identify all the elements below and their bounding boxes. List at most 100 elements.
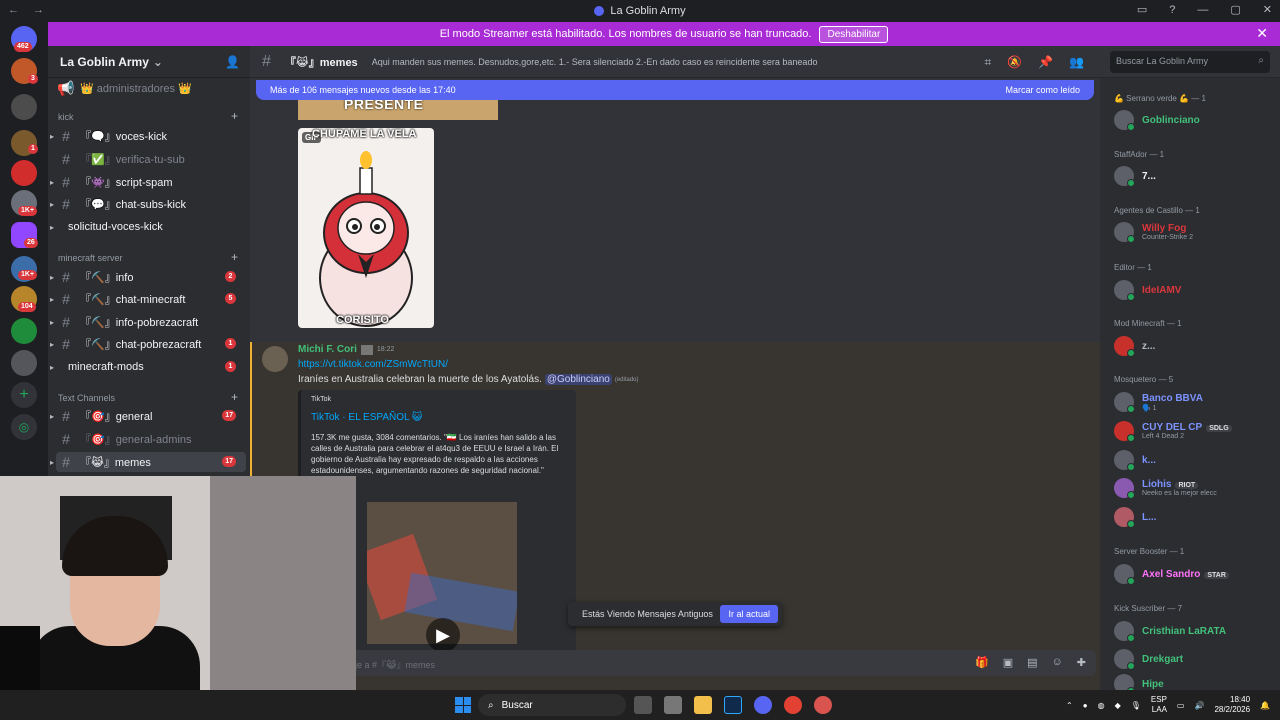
mark-as-read-button[interactable]: Marcar como leído (1005, 85, 1080, 95)
hash-icon: # (262, 52, 271, 70)
search-input[interactable]: Buscar La Goblin Army ⌕ (1110, 51, 1270, 73)
explore-icon[interactable]: ◎ (11, 414, 37, 440)
channel-administradores[interactable]: 📢 👑 administradores 👑 (56, 78, 246, 98)
emoji-icon[interactable]: ☺ (1052, 656, 1063, 669)
category-text-channels[interactable]: Text Channels + (58, 390, 238, 404)
apps-icon[interactable]: ✚ (1077, 656, 1086, 669)
jump-to-present-button[interactable]: Ir al actual (720, 605, 778, 623)
server-icon[interactable] (11, 350, 37, 376)
tray-chevron-icon[interactable]: ⌃ (1066, 701, 1073, 710)
gif-picker-icon[interactable]: ▣ (1003, 656, 1013, 669)
add-server-icon[interactable]: + (11, 382, 37, 408)
background-wall (210, 476, 356, 690)
add-channel-icon[interactable]: + (231, 390, 238, 404)
obs-icon[interactable] (814, 696, 832, 714)
gif-image[interactable]: GIF CHUPAME LA VELA CORISITO (298, 128, 434, 328)
start-icon[interactable] (455, 697, 471, 713)
member-item[interactable]: Drekgart (1114, 649, 1183, 670)
channel-verifica-tu-sub[interactable]: # 『✅』verifica-tu-sub (56, 149, 246, 169)
channel-solicitud-voces-kick[interactable]: ▸ solicitud-voces-kick (50, 217, 246, 237)
member-item[interactable]: Axel Sandro STAR (1114, 564, 1229, 585)
tray-app-icon[interactable]: ◍ (1098, 701, 1105, 710)
back-icon[interactable]: ← (8, 4, 19, 16)
hash-icon: # (62, 454, 70, 470)
channel-voces-kick[interactable]: ▸ # 『🗨️』voces-kick (50, 126, 246, 146)
guild-header[interactable]: La Goblin Army ⌄ 👤 (48, 46, 250, 78)
channel-general[interactable]: ▸ # 『🎯』general 17 (50, 406, 246, 426)
channel-info-pobrezacraft[interactable]: ▸ # 『⛏️』info-pobrezacraft (50, 312, 246, 332)
channel-minecraft-mods[interactable]: ▸ minecraft-mods 1 (50, 357, 246, 377)
add-channel-icon[interactable]: + (231, 250, 238, 264)
task-view-icon[interactable] (634, 696, 652, 714)
network-icon[interactable]: ▭ (1177, 701, 1185, 710)
tray-app-icon[interactable]: ◆ (1115, 701, 1121, 710)
forward-icon[interactable]: → (33, 4, 44, 16)
tray-app-icon[interactable]: ● (1083, 701, 1088, 710)
author-name[interactable]: Michi F. Cori (298, 344, 357, 355)
chrome-icon[interactable] (784, 696, 802, 714)
channel-info[interactable]: ▸ # 『⛏️』info 2 (50, 267, 246, 287)
message-link[interactable]: https://vt.tiktok.com/ZSmWcTtUN/ (298, 359, 448, 370)
member-item[interactable]: 7... (1114, 166, 1156, 187)
channel-label: 『🗨️』voces-kick (80, 131, 168, 143)
inbox-icon[interactable]: ▭ (1137, 3, 1147, 16)
gift-icon[interactable]: 🎁 (975, 656, 989, 669)
discord-icon[interactable] (754, 696, 772, 714)
disable-streamer-button[interactable]: Deshabilitar (819, 25, 889, 43)
member-item[interactable]: Cristhian LaRATA (1114, 621, 1226, 642)
taskbar-search[interactable]: ⌕ Buscar (478, 694, 626, 716)
minimize-icon[interactable]: — (1197, 4, 1208, 16)
notifications-icon[interactable]: 🔔 (1260, 701, 1270, 710)
close-banner-icon[interactable]: ✕ (1256, 25, 1268, 42)
channel-memes[interactable]: ▸ # 『😹』memes 17 (50, 452, 246, 472)
member-list-icon[interactable]: 👥 (1069, 55, 1084, 70)
threads-icon[interactable]: ⌗ (984, 55, 991, 70)
pin-icon[interactable]: 📌 (1038, 55, 1053, 70)
member-item[interactable]: Willy Fog Counter-Strike 2 (1114, 222, 1193, 243)
new-messages-bar[interactable]: Más de 106 mensajes nuevos desde las 17:… (256, 80, 1094, 100)
play-icon[interactable]: ▶ (426, 618, 460, 652)
channel-chat-minecraft[interactable]: ▸ # 『⛏️』chat-minecraft 5 (50, 289, 246, 309)
sticker-icon[interactable]: ▤ (1027, 656, 1037, 669)
maximize-icon[interactable]: ▢ (1230, 3, 1240, 16)
category-minecraft[interactable]: minecraft server + (58, 250, 238, 264)
member-item[interactable]: Liohis RIOT Neeko es la mejor elecc (1114, 478, 1217, 499)
language-indicator[interactable]: ESP LAA (1151, 695, 1167, 715)
channel-topic[interactable]: Aqui manden sus memes. Desnudos,gore,etc… (372, 57, 818, 67)
server-icon[interactable] (11, 318, 37, 344)
member-item[interactable]: Goblinciano (1114, 110, 1200, 131)
close-window-icon[interactable]: ✕ (1263, 3, 1272, 16)
member-item[interactable]: L... (1114, 507, 1156, 528)
server-icon[interactable] (11, 94, 37, 120)
notifications-muted-icon[interactable]: 🔕 (1007, 55, 1022, 70)
embed-title[interactable]: TikTok · EL ESPAÑOL 😺 (311, 412, 422, 423)
member-item[interactable]: IdeIAMV (1114, 280, 1181, 301)
avatar[interactable] (262, 346, 288, 372)
embed-provider[interactable]: TikTok (311, 396, 331, 403)
member-item[interactable]: Hipe (1114, 674, 1164, 690)
clock[interactable]: 18:40 28/2/2026 (1214, 695, 1250, 715)
member-item[interactable]: k... (1114, 450, 1156, 471)
help-icon[interactable]: ? (1169, 4, 1175, 16)
mic-icon[interactable]: 🎙 (1131, 701, 1141, 710)
channel-general-admins[interactable]: # 『🎯』general-admins (56, 429, 246, 449)
volume-icon[interactable]: 🔊 (1194, 701, 1204, 710)
member-item[interactable]: CUY DEL CP SDLG Left 4 Dead 2 (1114, 421, 1232, 442)
server-icon[interactable] (11, 160, 37, 186)
photoshop-icon[interactable] (724, 696, 742, 714)
channel-script-spam[interactable]: ▸ # 『👾』script-spam (50, 172, 246, 192)
add-channel-icon[interactable]: + (231, 109, 238, 123)
file-explorer-icon[interactable] (694, 696, 712, 714)
add-user-icon[interactable]: 👤 (225, 55, 240, 69)
channel-sidebar: La Goblin Army ⌄ 👤 📢 👑 administradores 👑… (48, 46, 250, 476)
member-item[interactable]: Banco BBVA 🗣️ 1 (1114, 392, 1203, 413)
member-item[interactable]: z... (1114, 336, 1155, 357)
app-icon[interactable] (664, 696, 682, 714)
channel-chat-subs-kick[interactable]: ▸ # 『💬』chat-subs-kick (50, 194, 246, 214)
category-kick[interactable]: kick + (58, 109, 238, 123)
server-badge: 26 (24, 238, 38, 248)
user-mention[interactable]: @Goblinciano (544, 374, 612, 385)
category-label: kick (58, 112, 74, 122)
message-composer[interactable]: aje a #『😹』memes 🎁 ▣ ▤ ☺ ✚ (258, 650, 1096, 676)
channel-chat-pobrezacraft[interactable]: ▸ # 『⛏️』chat-pobrezacraft 1 (50, 334, 246, 354)
